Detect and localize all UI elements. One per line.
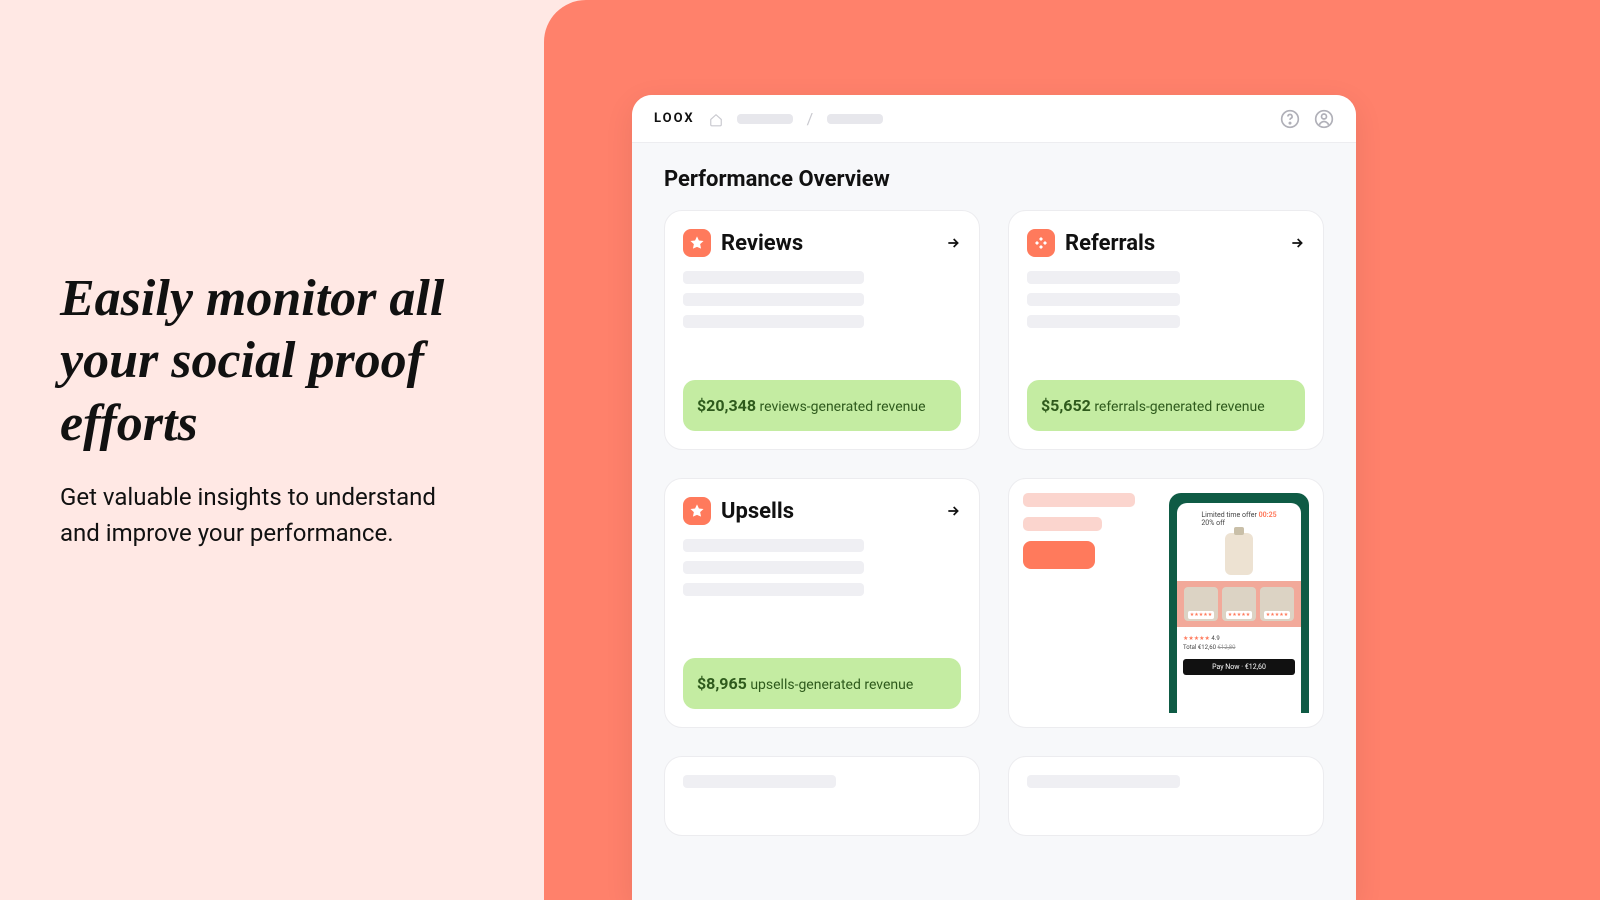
profile-icon[interactable] <box>1314 109 1334 129</box>
promo-cta-button[interactable] <box>1023 541 1095 569</box>
referral-icon <box>1027 229 1055 257</box>
card-title: Reviews <box>721 231 935 256</box>
breadcrumb-segment[interactable] <box>737 114 793 124</box>
thumbnail: ★★★★★ <box>1184 587 1218 621</box>
card-promo[interactable]: Limited time offer 00:25 20% off ★★★★★ ★… <box>1008 478 1324 728</box>
arrow-right-icon[interactable] <box>1289 235 1305 251</box>
product-image <box>1225 533 1253 575</box>
promo-text-area <box>1023 493 1155 713</box>
skeleton-lines <box>1027 271 1305 328</box>
star-icon <box>683 229 711 257</box>
revenue-label: upsells-generated revenue <box>747 677 913 693</box>
phone-mockup: Limited time offer 00:25 20% off ★★★★★ ★… <box>1177 503 1301 713</box>
revenue-banner: $5,652 referrals-generated revenue <box>1027 380 1305 431</box>
revenue-label: referrals-generated revenue <box>1091 399 1265 415</box>
card-stub[interactable] <box>1008 756 1324 836</box>
revenue-banner: $20,348 reviews-generated revenue <box>683 380 961 431</box>
promo-skeleton-line <box>1023 493 1135 507</box>
revenue-banner: $8,965 upsells-generated revenue <box>683 658 961 709</box>
card-title: Referrals <box>1065 231 1279 256</box>
revenue-amount: $8,965 <box>697 674 747 693</box>
promo-skeleton-line <box>1023 517 1102 531</box>
home-icon[interactable] <box>709 112 723 126</box>
cards-grid: Reviews $20,348 reviews-generated revenu… <box>664 210 1324 836</box>
page-title: Performance Overview <box>664 167 1324 192</box>
revenue-amount: $20,348 <box>697 396 756 415</box>
card-upsells[interactable]: Upsells $8,965 upsells-generated revenue <box>664 478 980 728</box>
revenue-amount: $5,652 <box>1041 396 1091 415</box>
hero-copy: Easily monitor all your social proof eff… <box>60 268 480 551</box>
card-title: Upsells <box>721 499 935 524</box>
app-window: LOOX / Performance Overview Reviews <box>632 95 1356 900</box>
thumbnail: ★★★★★ <box>1222 587 1256 621</box>
brand-logo: LOOX <box>654 111 695 126</box>
card-stub[interactable] <box>664 756 980 836</box>
help-icon[interactable] <box>1280 109 1300 129</box>
card-referrals[interactable]: Referrals $5,652 referrals-generated rev… <box>1008 210 1324 450</box>
skeleton-lines <box>683 271 961 328</box>
card-reviews[interactable]: Reviews $20,348 reviews-generated revenu… <box>664 210 980 450</box>
review-thumbnails: ★★★★★ ★★★★★ ★★★★★ <box>1177 581 1301 627</box>
arrow-right-icon[interactable] <box>945 503 961 519</box>
promo-preview: Limited time offer 00:25 20% off ★★★★★ ★… <box>1169 493 1309 713</box>
product-meta: ★★★★★ 4.9 Total €12,60 €12,80 <box>1183 635 1295 651</box>
pay-now-button[interactable]: Pay Now · €12,60 <box>1183 659 1295 675</box>
offer-banner: Limited time offer 00:25 20% off <box>1201 511 1276 527</box>
star-icon <box>683 497 711 525</box>
thumbnail: ★★★★★ <box>1260 587 1294 621</box>
hero-headline: Easily monitor all your social proof eff… <box>60 268 480 455</box>
topbar: LOOX / <box>632 95 1356 143</box>
hero-subhead: Get valuable insights to understand and … <box>60 479 480 551</box>
breadcrumb-segment[interactable] <box>827 114 883 124</box>
revenue-label: reviews-generated revenue <box>756 399 925 415</box>
content-area: Performance Overview Reviews <box>632 143 1356 860</box>
skeleton-lines <box>683 539 961 596</box>
arrow-right-icon[interactable] <box>945 235 961 251</box>
breadcrumb-separator: / <box>807 109 814 128</box>
